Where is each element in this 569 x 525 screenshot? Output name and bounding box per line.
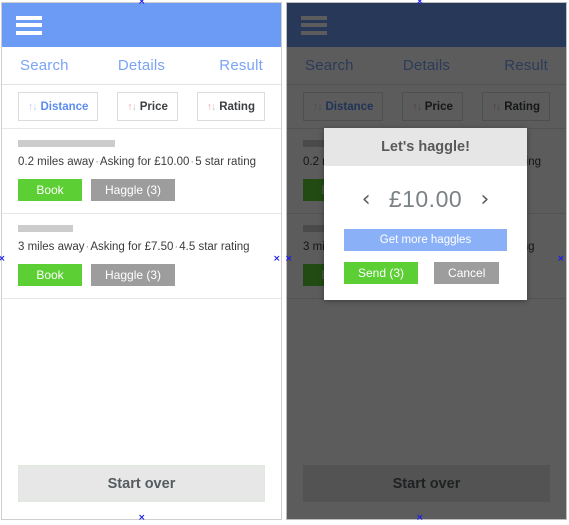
start-over-button[interactable]: Start over: [18, 465, 265, 502]
phone-preview-left: Search Details Result ↑↓ Distance ↑↓ Pri…: [1, 2, 282, 520]
tab-search[interactable]: Search: [287, 57, 386, 74]
haggle-dialog: Let's haggle! ‹ £10.00 › Get more haggle…: [324, 128, 527, 300]
footer: Start over: [287, 465, 566, 519]
sort-arrows-icon: ↑↓: [28, 100, 38, 113]
sort-arrows-icon: ↑↓: [127, 100, 137, 113]
tab-bar: Search Details Result: [2, 47, 281, 85]
tab-details[interactable]: Details: [386, 57, 467, 74]
sort-arrows-icon: ↑↓: [412, 100, 422, 113]
sort-arrows-icon: ↑↓: [206, 100, 217, 113]
sort-button-price[interactable]: ↑↓ Price: [117, 92, 178, 121]
listing-item[interactable]: 3 miles away·Asking for £7.50·4.5 star r…: [2, 214, 281, 299]
haggle-button[interactable]: Haggle (3): [91, 264, 176, 286]
sort-arrows-icon: ↑↓: [313, 100, 323, 113]
chevron-right-icon[interactable]: ›: [481, 188, 490, 211]
price-stepper: ‹ £10.00 ›: [344, 186, 507, 213]
sort-button-rating[interactable]: ↑↓ Rating: [196, 92, 265, 121]
sort-button-distance-label: Distance: [40, 100, 89, 113]
tab-bar: Search Details Result: [287, 47, 566, 85]
listing-distance: 0.2 miles away: [18, 156, 95, 168]
footer: Start over: [2, 465, 281, 519]
hamburger-menu-icon[interactable]: [16, 15, 42, 35]
listing-rating: 5 star rating: [195, 156, 256, 168]
tab-result[interactable]: Result: [182, 57, 281, 74]
tab-result[interactable]: Result: [467, 57, 566, 74]
listing-actions: Book Haggle (3): [18, 179, 265, 201]
sort-button-distance[interactable]: ↑↓ Distance: [18, 92, 99, 121]
book-button[interactable]: Book: [18, 179, 82, 201]
tab-search[interactable]: Search: [2, 57, 101, 74]
app-bar: [2, 3, 281, 47]
dialog-body: ‹ £10.00 › Get more haggles Send (3) Can…: [324, 166, 527, 300]
listing-title-placeholder: [18, 140, 115, 147]
content-spacer: [287, 299, 566, 465]
sort-bar: ↑↓ Distance ↑↓ Price ↑↓ Rating: [2, 85, 281, 129]
haggle-button[interactable]: Haggle (3): [91, 179, 176, 201]
chevron-left-icon[interactable]: ‹: [362, 188, 371, 211]
sort-button-rating-label: Rating: [504, 100, 540, 113]
sort-bar: ↑↓ Distance ↑↓ Price ↑↓ Rating: [287, 85, 566, 129]
sort-button-price-label: Price: [139, 100, 168, 113]
listing-distance: 3 miles away: [18, 241, 85, 253]
listing-actions: Book Haggle (3): [18, 264, 265, 286]
content-spacer: [2, 299, 281, 465]
listing-meta: 0.2 miles away·Asking for £10.00·5 star …: [18, 156, 265, 168]
sort-button-price-label: Price: [424, 100, 453, 113]
listing-rating: 4.5 star rating: [179, 241, 250, 253]
dialog-actions: Send (3) Cancel: [344, 262, 507, 284]
screenshot-stage: Search Details Result ↑↓ Distance ↑↓ Pri…: [0, 0, 569, 525]
book-button[interactable]: Book: [18, 264, 82, 286]
listing-price: Asking for £7.50: [90, 241, 174, 253]
listing-meta: 3 miles away·Asking for £7.50·4.5 star r…: [18, 241, 265, 253]
tab-details[interactable]: Details: [101, 57, 182, 74]
price-value: £10.00: [388, 186, 463, 212]
phone-preview-right: Search Details Result ↑↓ Distance ↑↓ Pri…: [286, 2, 567, 520]
send-button[interactable]: Send (3): [344, 262, 419, 284]
start-over-button[interactable]: Start over: [303, 465, 550, 502]
listing-title-placeholder: [18, 225, 73, 232]
sort-arrows-icon: ↑↓: [491, 100, 502, 113]
dialog-title: Let's haggle!: [324, 128, 527, 166]
app-bar: [287, 3, 566, 47]
sort-button-rating[interactable]: ↑↓ Rating: [481, 92, 550, 121]
sort-button-price[interactable]: ↑↓ Price: [402, 92, 463, 121]
listing-price: Asking for £10.00: [99, 156, 190, 168]
get-more-haggles-button[interactable]: Get more haggles: [344, 229, 507, 251]
sort-button-rating-label: Rating: [219, 100, 255, 113]
listing-item[interactable]: 0.2 miles away·Asking for £10.00·5 star …: [2, 129, 281, 214]
cancel-button[interactable]: Cancel: [434, 262, 500, 284]
sort-button-distance[interactable]: ↑↓ Distance: [303, 92, 384, 121]
sort-button-distance-label: Distance: [325, 100, 374, 113]
hamburger-menu-icon[interactable]: [301, 15, 327, 35]
